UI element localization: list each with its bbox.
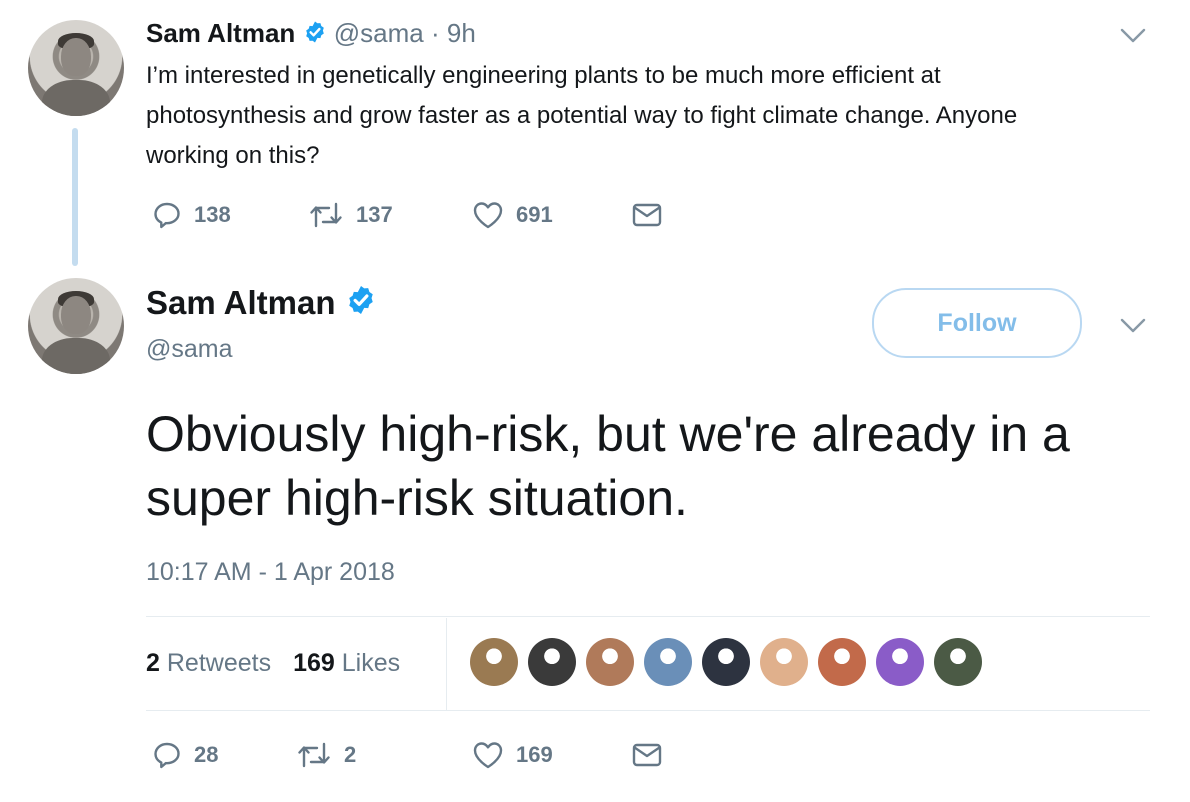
envelope-icon	[632, 742, 662, 768]
heart-icon	[472, 200, 504, 230]
avatar[interactable]	[28, 20, 124, 116]
likes-stat-label: Likes	[341, 649, 401, 677]
retweets-stat-label: Retweets	[166, 649, 272, 677]
tweet-stats: 2 Retweets 169 Likes	[146, 646, 400, 680]
author-handle[interactable]: @sama	[334, 18, 424, 48]
divider	[146, 616, 1150, 617]
retweet-icon	[308, 200, 344, 230]
retweet-button[interactable]: 2	[296, 740, 472, 770]
reply-button[interactable]: 28	[152, 740, 296, 770]
author-name-row: Sam Altman	[146, 282, 377, 326]
stats-vertical-divider	[446, 618, 447, 710]
liker-avatar[interactable]	[528, 638, 576, 686]
liker-avatar[interactable]	[702, 638, 750, 686]
like-count: 691	[516, 202, 553, 227]
heart-icon	[472, 740, 504, 770]
retweets-stat[interactable]: 2 Retweets	[146, 649, 271, 677]
envelope-icon	[632, 202, 662, 228]
reply-count: 28	[194, 742, 219, 767]
tweet-text: I’m interested in genetically engineerin…	[146, 62, 1018, 169]
retweet-count: 2	[344, 742, 357, 767]
retweets-stat-count: 2	[146, 649, 160, 677]
reply-icon	[152, 200, 182, 230]
tweet-actions: 138 137 691	[152, 200, 662, 230]
liker-avatar[interactable]	[760, 638, 808, 686]
retweet-icon	[296, 740, 332, 770]
liker-avatar[interactable]	[470, 638, 518, 686]
liker-avatar[interactable]	[876, 638, 924, 686]
reply-count: 138	[194, 202, 231, 227]
tweet-time[interactable]: 9h	[447, 18, 476, 48]
reply-icon	[152, 740, 182, 770]
tweet-text: Obviously high-risk, but we're already i…	[146, 406, 1070, 526]
author-name[interactable]: Sam Altman	[146, 284, 336, 321]
liker-avatar[interactable]	[644, 638, 692, 686]
author-name[interactable]: Sam Altman	[146, 18, 295, 48]
divider	[146, 710, 1150, 711]
likes-stat[interactable]: 169 Likes	[293, 649, 400, 677]
reply-button[interactable]: 138	[152, 200, 308, 230]
separator-dot: ·	[430, 18, 440, 48]
liker-avatar[interactable]	[818, 638, 866, 686]
author-handle[interactable]: @sama	[146, 334, 233, 364]
thread-connector-line	[72, 128, 78, 266]
liker-avatar[interactable]	[586, 638, 634, 686]
chevron-down-icon[interactable]	[1120, 28, 1146, 49]
tweet-actions: 28 2 169	[152, 740, 662, 770]
like-button[interactable]: 169	[472, 740, 632, 770]
likes-stat-count: 169	[293, 649, 335, 677]
like-button[interactable]: 691	[472, 200, 632, 230]
like-count: 169	[516, 742, 553, 767]
chevron-down-icon[interactable]	[1120, 318, 1146, 339]
liker-avatar[interactable]	[934, 638, 982, 686]
avatar[interactable]	[28, 278, 124, 374]
follow-button[interactable]: Follow	[872, 288, 1082, 358]
direct-message-button[interactable]	[632, 202, 662, 228]
retweet-button[interactable]: 137	[308, 200, 472, 230]
verified-badge-icon	[303, 18, 327, 52]
verified-badge-icon	[345, 284, 377, 326]
direct-message-button[interactable]	[632, 742, 662, 768]
liker-avatars	[470, 638, 992, 686]
tweet-timestamp[interactable]: 10:17 AM - 1 Apr 2018	[146, 556, 395, 588]
tweet-header: Sam Altman @sama · 9h	[146, 16, 476, 52]
retweet-count: 137	[356, 202, 393, 227]
